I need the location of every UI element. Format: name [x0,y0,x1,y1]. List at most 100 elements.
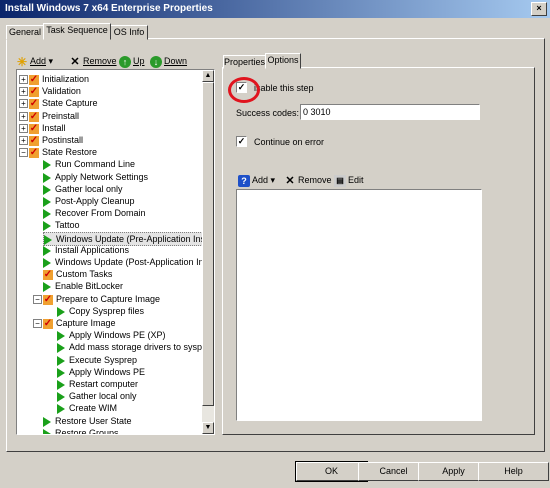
up-label: Up [133,56,145,66]
tree-item[interactable]: Recover From Domain [43,207,146,219]
condition-add-label: Add [252,175,269,185]
tree-item-label: Windows Update (Pre-Application Inst [56,234,202,244]
task-sequence-tree[interactable]: + ✓ Initialization + ✓ Validation + ✓ State Capt… [16,69,215,435]
tree-item-label: State Capture [42,98,98,108]
help-button[interactable]: Help [478,462,549,481]
sparkle-icon: ✳ [16,54,28,69]
tab-options-label: Options [267,55,299,65]
tab-options[interactable]: Options [265,53,301,69]
task-sequence-toolbar: ✳ Add ▾ ✕ Remove ↑ Up ↓ Down [16,53,212,69]
tree-item[interactable]: ✓ Preinstall [29,110,79,122]
group-check-icon: ✓ [29,110,39,122]
tree-item-label: Preinstall [42,111,80,121]
scroll-thumb[interactable] [202,82,214,406]
step-play-icon [57,391,65,402]
tree-item[interactable]: Gather local only [57,390,137,402]
tree-item-label: Install Applications [55,245,130,255]
tree-expander-icon[interactable]: − [33,295,42,304]
condition-remove-button[interactable]: ✕ Remove [284,172,332,188]
tree-item[interactable]: Restore User State [43,415,132,427]
question-icon: ? [238,174,250,187]
highlight-circle [228,77,260,103]
success-codes-label: Success codes: [236,108,300,118]
tree-expander-icon[interactable]: + [19,112,28,121]
tree-item[interactable]: Post-Apply Cleanup [43,195,135,207]
step-play-icon [43,184,51,195]
tree-item-label: Enable BitLocker [55,281,124,291]
tree-item[interactable]: ✓ State Restore [29,146,97,158]
step-play-icon [43,257,51,268]
tree-scrollbar[interactable]: ▲ ▼ [202,70,214,434]
tree-expander-icon[interactable]: + [19,87,28,96]
ok-button[interactable]: OK [295,461,368,482]
tree-item[interactable]: ✓ Capture Image [43,317,116,329]
tree-item[interactable]: Apply Windows PE [57,366,145,378]
add-button[interactable]: ✳ Add ▾ [16,53,53,69]
tree-item[interactable]: ✓ Initialization [29,73,89,85]
tree-item[interactable]: ✓ Prepare to Capture Image [43,293,160,305]
tree-item[interactable]: Copy Sysprep files [57,305,144,317]
tree-item[interactable]: Add mass storage drivers to syspre [57,341,202,353]
tree-item[interactable]: Apply Network Settings [43,171,148,183]
tree-item-label: Apply Windows PE (XP) [69,330,166,340]
tree-item[interactable]: Enable BitLocker [43,280,123,292]
tree-item[interactable]: Create WIM [57,402,117,414]
tab-general[interactable]: General [6,25,44,40]
tree-item[interactable]: Apply Windows PE (XP) [57,329,166,341]
condition-edit-button[interactable]: ▤ Edit [334,172,364,188]
window-title: Install Windows 7 x64 Enterprise Propert… [5,3,213,14]
tree-expander-icon[interactable]: + [19,136,28,145]
success-codes-input[interactable]: 0 3010 [300,104,480,120]
condition-remove-label: Remove [298,175,332,185]
tab-os-info[interactable]: OS Info [110,25,148,40]
tab-properties[interactable]: Properties [223,55,266,69]
tree-expander-icon[interactable]: + [19,99,28,108]
tree-item[interactable]: Install Applications [43,244,129,256]
step-play-icon [43,196,51,207]
down-button[interactable]: ↓ Down [150,53,187,69]
step-play-icon [57,367,65,378]
tree-item-label: Custom Tasks [56,269,113,279]
tree-item[interactable]: ✓ Install [29,122,66,134]
tree-item[interactable]: ✓ State Capture [29,97,98,109]
tree-expander-icon[interactable]: − [33,319,42,328]
remove-button[interactable]: ✕ Remove [69,53,116,69]
tree-item[interactable]: Restore Groups [43,427,119,434]
step-play-icon [57,306,65,317]
close-button[interactable]: × [531,2,547,16]
tree-item-label: Capture Image [56,318,116,328]
tab-task-sequence[interactable]: Task Sequence [43,23,111,40]
tree-item[interactable]: Execute Sysprep [57,354,137,366]
tree-item-label: Gather local only [55,184,123,194]
tree-item[interactable]: ✓ Custom Tasks [43,268,112,280]
up-button[interactable]: ↑ Up [119,53,145,69]
add-label: Add [30,56,47,66]
tree-item-label: Gather local only [69,391,137,401]
tree-item[interactable]: Gather local only [43,183,123,195]
arrow-down-icon: ↓ [150,55,162,68]
step-play-icon [43,208,51,219]
tree-item[interactable]: Tattoo [43,219,80,231]
conditions-list[interactable] [236,189,482,421]
tree-expander-icon[interactable]: + [19,124,28,133]
tree-item-label: Restore User State [55,416,132,426]
tree-item[interactable]: ✓ Postinstall [29,134,83,146]
condition-add-button[interactable]: ? Add ▾ [238,172,275,188]
tree-expander-icon[interactable]: + [19,75,28,84]
tree-expander-icon[interactable]: − [19,148,28,157]
tree-item[interactable]: ✓ Validation [29,85,81,97]
arrow-up-icon: ↑ [119,55,131,68]
tree-item[interactable]: Windows Update (Post-Application Ins [43,256,202,268]
scroll-down-icon[interactable]: ▼ [202,422,214,434]
step-play-icon [57,330,65,341]
continue-on-error-checkbox[interactable]: ✓ [236,136,247,147]
x-icon: ✕ [70,55,80,68]
tree-item[interactable]: Restart computer [57,378,138,390]
tree-item-label: Create WIM [69,403,118,413]
conditions-toolbar: ? Add ▾ ✕ Remove ▤ Edit [236,172,480,188]
disable-step-label: isable this step [254,83,314,93]
tree-item[interactable]: Run Command Line [43,158,135,170]
group-check-icon: ✓ [29,73,39,85]
title-bar: Install Windows 7 x64 Enterprise Propert… [0,0,550,18]
scroll-up-icon[interactable]: ▲ [202,70,214,82]
